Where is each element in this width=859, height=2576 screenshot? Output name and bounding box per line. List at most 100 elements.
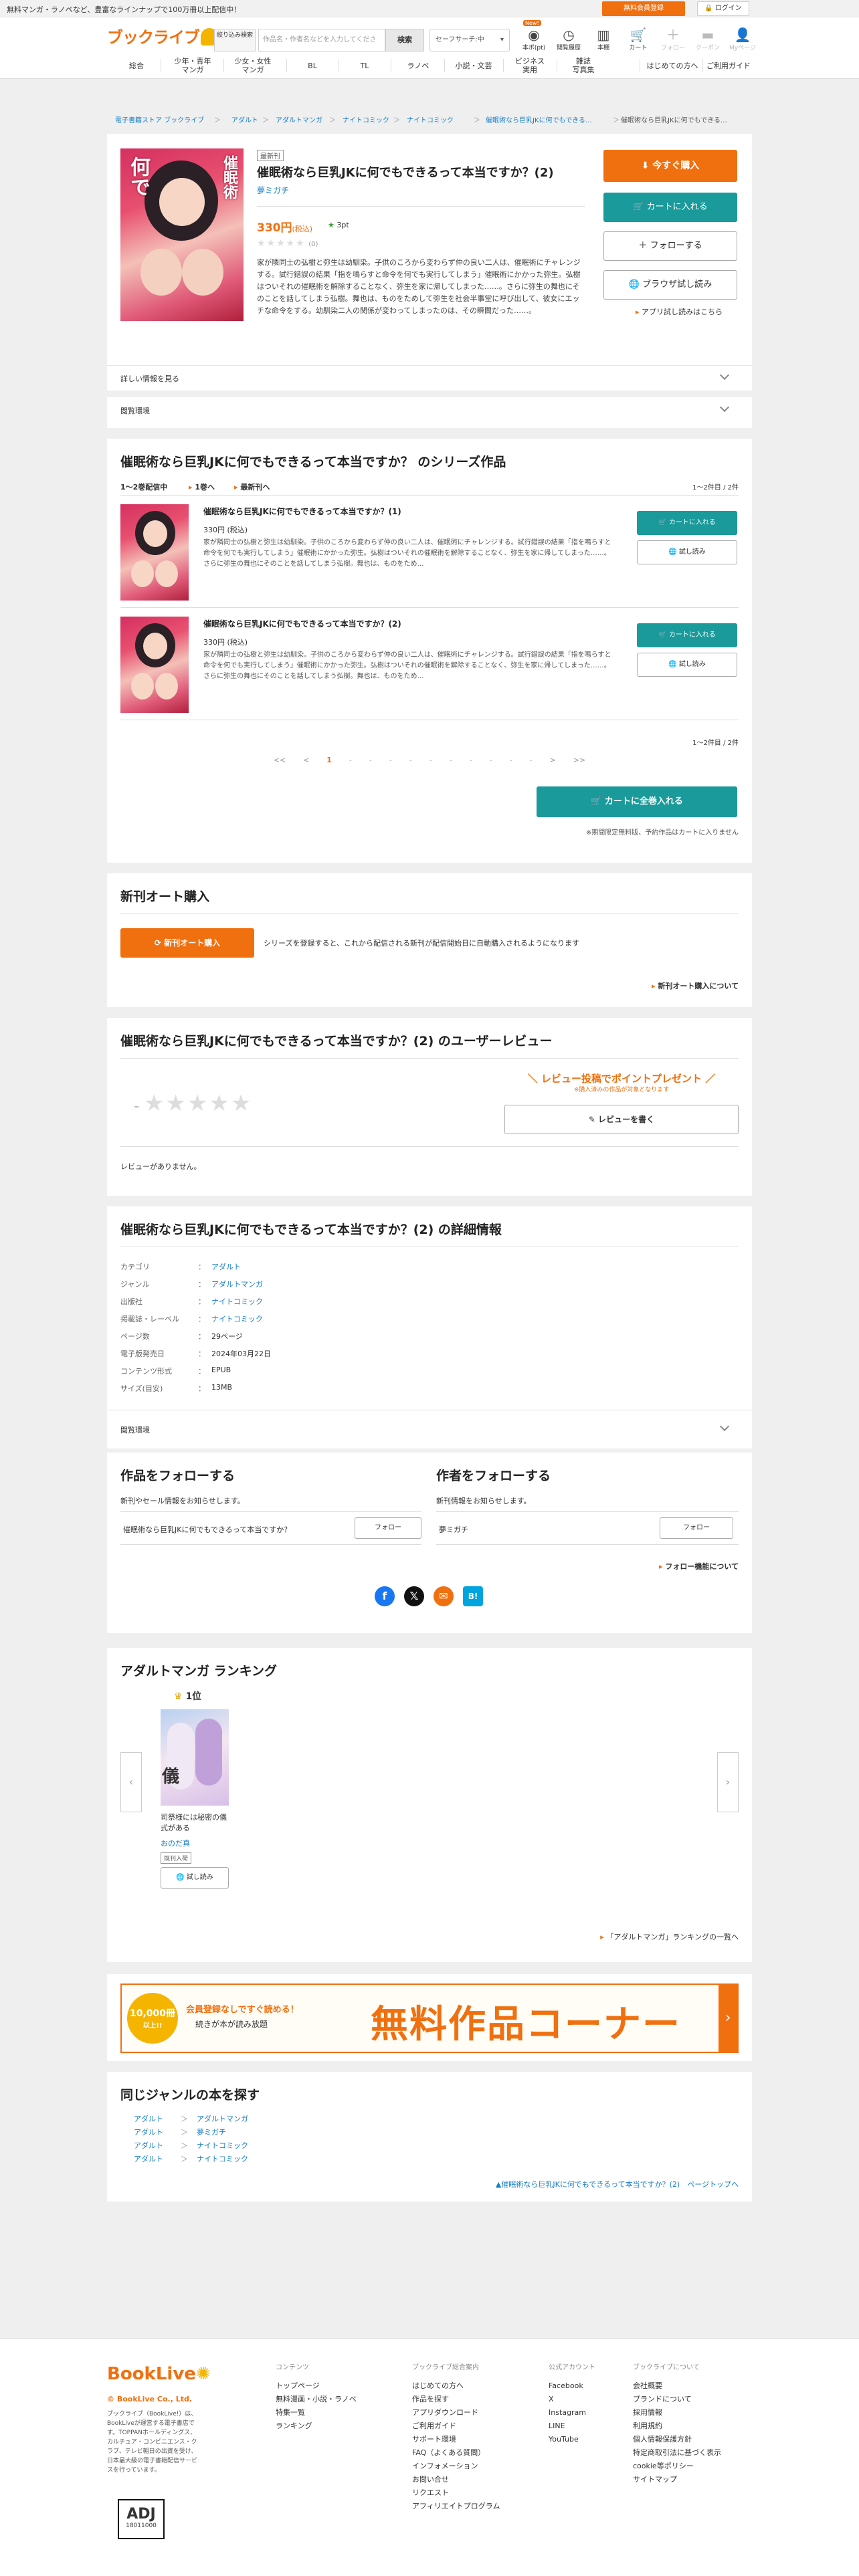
- footer-link[interactable]: 特定商取引法に基づく表示: [633, 2446, 721, 2460]
- page-link[interactable]: -: [389, 756, 392, 764]
- page-link[interactable]: -: [369, 756, 372, 764]
- footer-link[interactable]: 作品を探す: [412, 2393, 500, 2406]
- genre-sub-link[interactable]: ナイトコミック: [197, 2141, 248, 2150]
- cart-all-button[interactable]: 🛒 カートに全巻入れる: [537, 786, 737, 817]
- genre-category-link[interactable]: アダルト: [134, 2127, 181, 2137]
- series-trial-button[interactable]: 🌐 試し読み: [637, 653, 737, 677]
- site-logo[interactable]: ブックライブ: [107, 24, 218, 47]
- footer-link[interactable]: サポート環境: [412, 2433, 500, 2446]
- footer-logo[interactable]: BookLive✺: [107, 2364, 211, 2384]
- nav-tl[interactable]: TL: [344, 52, 385, 79]
- series-item-title[interactable]: 催眠術なら巨乳JKに何でもできるって本当ですか？(2): [203, 618, 401, 629]
- nav-shojo[interactable]: 少女・女性 マンガ: [226, 52, 280, 79]
- page-link[interactable]: >: [550, 756, 556, 764]
- breadcrumb-item[interactable]: アダルトマンガ: [276, 114, 322, 124]
- page-link[interactable]: <: [303, 756, 309, 764]
- register-button[interactable]: 無料会員登録: [602, 1, 685, 16]
- nav-magazine[interactable]: 雑誌 写真集: [562, 52, 605, 79]
- footer-link[interactable]: 特集一覧: [276, 2406, 357, 2420]
- nav-bl[interactable]: BL: [292, 52, 333, 79]
- footer-link[interactable]: 利用規約: [633, 2420, 721, 2433]
- browser-read-button[interactable]: 🌐 ブラウザ試し読み: [603, 270, 737, 300]
- chevron-down-icon[interactable]: [719, 402, 730, 413]
- page-link[interactable]: -: [450, 756, 452, 764]
- follow-button[interactable]: ＋ フォローする: [603, 231, 737, 261]
- book-cover[interactable]: 何で 催眠術: [120, 148, 244, 321]
- breadcrumb-item[interactable]: ナイトコミック: [343, 114, 389, 124]
- footer-link[interactable]: ご利用ガイド: [412, 2420, 500, 2433]
- points-link[interactable]: New! ◉ 本ポ(pt): [516, 20, 551, 51]
- footer-link[interactable]: FAQ（よくある質問）: [412, 2446, 500, 2460]
- genre-category-link[interactable]: アダルト: [134, 2113, 181, 2124]
- detail-value[interactable]: アダルトマンガ: [211, 1279, 263, 1289]
- nav-novel[interactable]: 小説・文芸: [450, 52, 498, 79]
- ranking-author[interactable]: おのだ真: [161, 1838, 190, 1848]
- genre-category-link[interactable]: アダルト: [134, 2140, 181, 2151]
- breadcrumb-item[interactable]: 電子書籍ストア ブックライブ: [115, 114, 204, 124]
- footer-link[interactable]: Facebook: [549, 2379, 595, 2393]
- facebook-icon[interactable]: f: [375, 1586, 395, 1606]
- follow-about-link[interactable]: ▸ フォロー機能について: [659, 1561, 739, 1572]
- footer-link[interactable]: LINE: [549, 2420, 595, 2433]
- buy-now-button[interactable]: ⬇ 今すぐ購入: [603, 150, 737, 182]
- breadcrumb-item[interactable]: アダルト: [231, 114, 258, 124]
- page-link[interactable]: -: [430, 756, 432, 764]
- page-link[interactable]: -: [470, 756, 472, 764]
- footer-link[interactable]: 無料漫画・小説・ラノベ: [276, 2393, 357, 2406]
- footer-link[interactable]: アプリダウンロード: [412, 2406, 500, 2420]
- history-link[interactable]: ◷ 閲覧履歴: [551, 27, 586, 51]
- add-cart-button[interactable]: 🛒 カートに入れる: [603, 193, 737, 222]
- search-input[interactable]: 作品名・作者名などを入力してください: [258, 29, 385, 65]
- write-review-button[interactable]: ✎ レビューを書く: [504, 1105, 739, 1134]
- chevron-down-icon[interactable]: [719, 370, 730, 381]
- narrow-search-button[interactable]: 絞り込み検索: [214, 29, 256, 51]
- author-link[interactable]: 夢ミガチ: [257, 185, 289, 196]
- bookshelf-link[interactable]: ▥ 本棚: [586, 27, 621, 51]
- footer-link[interactable]: 個人情報保護方針: [633, 2433, 721, 2446]
- app-read-link[interactable]: ▸ アプリ試し読みはこちら: [636, 306, 723, 317]
- env-toggle[interactable]: 閲覧環境: [120, 405, 150, 416]
- login-button[interactable]: 🔒 ログイン: [697, 1, 749, 16]
- page-link[interactable]: >>: [573, 756, 585, 764]
- safe-search-select[interactable]: セーフサーチ:中 ▾: [430, 29, 510, 51]
- details-env-toggle[interactable]: 閲覧環境: [120, 1424, 150, 1435]
- chevron-right-icon[interactable]: ›: [717, 1752, 739, 1812]
- follow-author-button[interactable]: フォロー: [660, 1517, 733, 1539]
- ranking-more-link[interactable]: ▸ 「アダルトマンガ」ランキングの一覧へ: [600, 1931, 739, 1942]
- ranking-title[interactable]: 司祭様には秘密の儀式がある: [161, 1812, 229, 1834]
- footer-link[interactable]: 会社概要: [633, 2379, 721, 2393]
- page-current[interactable]: 1: [326, 756, 332, 764]
- x-icon[interactable]: 𝕏: [404, 1586, 424, 1606]
- hatena-icon[interactable]: B!: [463, 1586, 483, 1606]
- series-cart-button[interactable]: 🛒 カートに入れる: [637, 623, 737, 647]
- chevron-down-icon[interactable]: [719, 1421, 730, 1432]
- coupon-link[interactable]: ▬ クーポン: [690, 27, 725, 51]
- mail-icon[interactable]: ✉: [434, 1586, 454, 1606]
- genre-category-link[interactable]: アダルト: [134, 2153, 181, 2164]
- footer-link[interactable]: ランキング: [276, 2420, 357, 2433]
- search-button[interactable]: 検索: [385, 29, 424, 51]
- genre-sub-link[interactable]: アダルトマンガ: [197, 2115, 248, 2123]
- free-corner-banner[interactable]: 10,000冊 以上!! 会員登録なしですぐ読める！ 続きが本が読み放題 無料作品…: [120, 1983, 739, 2053]
- footer-link[interactable]: Instagram: [549, 2406, 595, 2420]
- page-link[interactable]: -: [409, 756, 412, 764]
- detail-value[interactable]: アダルト: [211, 1261, 241, 1272]
- auto-buy-button[interactable]: ⟳ 新刊オート購入: [120, 928, 254, 958]
- page-link[interactable]: -: [490, 756, 492, 764]
- footer-link[interactable]: リクエスト: [412, 2486, 500, 2500]
- chevron-left-icon[interactable]: ‹: [120, 1752, 142, 1812]
- follow-link[interactable]: ＋ フォロー: [656, 27, 690, 51]
- page-link[interactable]: <<: [274, 756, 286, 764]
- series-cover[interactable]: [120, 617, 189, 713]
- ranking-trial-button[interactable]: 🌐 試し読み: [161, 1867, 229, 1889]
- series-cover[interactable]: [120, 504, 189, 601]
- footer-link[interactable]: アフィリエイトプログラム: [412, 2500, 500, 2513]
- page-link[interactable]: -: [349, 756, 352, 764]
- page-top-link[interactable]: ▲催眠術なら巨乳JKに何でもできるって本当ですか？(2) ページトップへ: [496, 2179, 739, 2189]
- nav-ranobe[interactable]: ラノベ: [397, 52, 439, 79]
- ranking-cover[interactable]: 儀: [161, 1709, 229, 1806]
- footer-link[interactable]: 採用情報: [633, 2406, 721, 2420]
- to-first-link[interactable]: ▸ 1巻へ: [189, 481, 215, 492]
- footer-link[interactable]: お問い合せ: [412, 2473, 500, 2486]
- footer-link[interactable]: cookie等ポリシー: [633, 2460, 721, 2473]
